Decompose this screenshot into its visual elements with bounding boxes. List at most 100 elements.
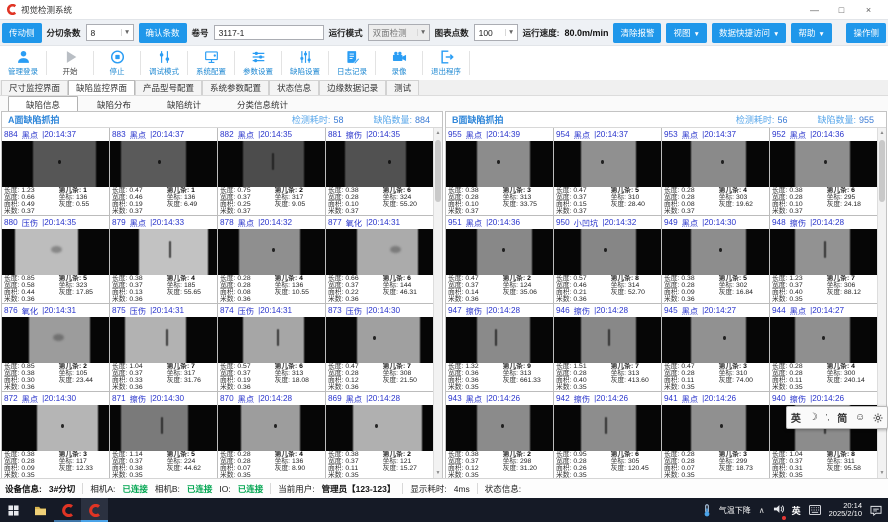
defect-cell[interactable]: 946 擦伤 |20:14:28 长度: 1.51 宽度: 0.28 面积: 0… [554,304,662,392]
defect-image[interactable] [110,317,217,363]
stop-button[interactable]: 停止 [96,46,138,80]
drive-side-button[interactable]: 传动侧 [2,23,42,43]
defect-cell[interactable]: 872 黑点 |20:14:30 长度: 0.38 宽度: 0.28 面积: 0… [2,392,110,478]
defect-image[interactable] [2,317,109,363]
defect-image[interactable] [554,405,661,451]
defect-image[interactable] [326,229,433,275]
defect-cell[interactable]: 950 小凹坑 |20:14:32 长度: 0.57 宽度: 0.46 面积: … [554,216,662,304]
defect-image[interactable] [326,405,433,451]
scroll-thumb[interactable] [435,140,441,202]
defect-image[interactable] [554,317,661,363]
defect-cell[interactable]: 883 黑点 |20:14:37 长度: 0.47 宽度: 0.46 面积: 0… [110,128,218,216]
defect-image[interactable] [110,141,217,187]
data-shortcut-menu-button[interactable]: 数据快捷访问▼ [712,23,786,43]
defect-cell[interactable]: 944 黑点 |20:14:27 长度: 0.28 宽度: 0.28 面积: 0… [770,304,878,392]
defect-image[interactable] [2,229,109,275]
debug-mode-button[interactable]: 调试模式 [143,46,185,80]
taskbar-clock[interactable]: 20:14 2025/2/10 [829,502,862,519]
vision-app-button[interactable] [54,498,81,522]
defect-image[interactable] [446,229,553,275]
defect-cell[interactable]: 949 黑点 |20:14:30 长度: 0.38 宽度: 0.28 面积: 0… [662,216,770,304]
defect-cell[interactable]: 942 擦伤 |20:14:26 长度: 0.95 宽度: 0.28 面积: 0… [554,392,662,478]
vision-app-button-active[interactable] [81,498,108,522]
defect-image[interactable] [446,141,553,187]
roll-number-input[interactable]: 3117-1 [214,25,324,40]
system-config-button[interactable]: 系统配置 [190,46,232,80]
defect-image[interactable] [554,229,661,275]
tab-defect-monitor[interactable]: 缺陷监控界面 [68,80,135,95]
ime-halfmoon-icon[interactable]: ☽ [809,412,818,423]
defect-cell[interactable]: 943 黑点 |20:14:26 长度: 0.38 宽度: 0.37 面积: 0… [446,392,554,478]
ime-english-mode[interactable]: 英 [791,410,801,425]
defect-cell[interactable]: 875 压伤 |20:14:31 长度: 1.04 宽度: 0.37 面积: 0… [110,304,218,392]
close-button[interactable]: × [855,5,882,15]
scroll-up-icon[interactable]: ▲ [878,130,886,136]
defect-image[interactable] [218,317,325,363]
operator-side-button[interactable]: 操作侧 [846,23,886,43]
defect-cell[interactable]: 874 压伤 |20:14:31 长度: 0.57 宽度: 0.37 面积: 0… [218,304,326,392]
defect-cell[interactable]: 940 擦伤 |20:14:26 长度: 1.04 宽度: 0.37 面积: 0… [770,392,878,478]
start-button[interactable]: 开始 [49,46,91,80]
tab-edge-data-record[interactable]: 边缘数据记录 [319,80,386,95]
defect-image[interactable] [110,229,217,275]
defect-image[interactable] [554,141,661,187]
defect-image[interactable] [2,405,109,451]
defect-image[interactable] [770,317,877,363]
defect-cell[interactable]: 955 黑点 |20:14:39 长度: 0.38 宽度: 0.28 面积: 0… [446,128,554,216]
ime-simplified-mode[interactable]: 简 [837,410,847,425]
defect-cell[interactable]: 941 黑点 |20:14:26 长度: 0.28 宽度: 0.28 面积: 0… [662,392,770,478]
ime-gear-icon[interactable] [873,413,883,423]
defect-image[interactable] [446,405,553,451]
minimize-button[interactable]: — [801,5,828,15]
scroll-down-icon[interactable]: ▼ [434,470,442,476]
volume-icon[interactable] [773,501,784,519]
defect-cell[interactable]: 869 黑点 |20:14:28 长度: 0.38 宽度: 0.37 面积: 0… [326,392,434,478]
ime-language-indicator[interactable]: 英 [792,504,801,517]
defect-image[interactable] [662,141,769,187]
scroll-down-icon[interactable]: ▼ [878,470,886,476]
touch-keyboard-icon[interactable] [809,505,821,515]
scroll-up-icon[interactable]: ▲ [434,130,442,136]
defect-cell[interactable]: 877 氧化 |20:14:31 长度: 0.66 宽度: 0.37 面积: 0… [326,216,434,304]
defect-cell[interactable]: 871 擦伤 |20:14:30 长度: 1.14 宽度: 0.37 面积: 0… [110,392,218,478]
tab-status-info[interactable]: 状态信息 [269,80,319,95]
defect-cell[interactable]: 882 黑点 |20:14:35 长度: 0.75 宽度: 0.37 面积: 0… [218,128,326,216]
defect-cell[interactable]: 878 黑点 |20:14:32 长度: 0.28 宽度: 0.28 面积: 0… [218,216,326,304]
defect-cell[interactable]: 880 压伤 |20:14:35 长度: 0.85 宽度: 0.58 面积: 0… [2,216,110,304]
defect-cell[interactable]: 884 黑点 |20:14:37 长度: 1.23 宽度: 0.66 面积: 0… [2,128,110,216]
weather-ticker[interactable]: 气温下降 [719,505,751,516]
strip-count-select[interactable]: 8▼ [86,24,134,41]
ime-emoji-icon[interactable]: ☺ [855,412,865,423]
defect-image[interactable] [218,405,325,451]
defect-settings-button[interactable]: 缺陷设置 [284,46,326,80]
defect-image[interactable] [770,141,877,187]
defect-cell[interactable]: 951 黑点 |20:14:36 长度: 0.47 宽度: 0.37 面积: 0… [446,216,554,304]
defect-cell[interactable]: 881 擦伤 |20:14:35 长度: 0.38 宽度: 0.28 面积: 0… [326,128,434,216]
tab-system-parameter-config[interactable]: 系统参数配置 [202,80,269,95]
tray-expand-icon[interactable]: ∧ [759,506,765,515]
defect-image[interactable] [662,229,769,275]
defect-cell[interactable]: 953 黑点 |20:14:37 长度: 0.28 宽度: 0.28 面积: 0… [662,128,770,216]
ime-punctuation-mode[interactable]: ’, [825,413,829,422]
defect-image[interactable] [110,405,217,451]
defect-cell[interactable]: 876 氧化 |20:14:31 长度: 0.85 宽度: 0.38 面积: 0… [2,304,110,392]
scroll-thumb[interactable] [879,140,885,202]
tab-product-model-config[interactable]: 产品型号配置 [135,80,202,95]
defect-cell[interactable]: 954 黑点 |20:14:37 长度: 0.47 宽度: 0.37 面积: 0… [554,128,662,216]
exit-program-button[interactable]: 退出程序 [425,46,467,80]
defect-cell[interactable]: 952 黑点 |20:14:36 长度: 0.38 宽度: 0.28 面积: 0… [770,128,878,216]
admin-login-button[interactable]: 管理登录 [2,46,44,80]
help-menu-button[interactable]: 帮助▼ [791,23,831,43]
defect-image[interactable] [662,405,769,451]
tab-size-monitor[interactable]: 尺寸监控界面 [1,80,68,95]
defect-image[interactable] [2,141,109,187]
action-center-icon[interactable] [870,505,882,516]
maximize-button[interactable]: □ [828,5,855,15]
confirm-strips-button[interactable]: 确认条数 [139,23,187,43]
start-menu-button[interactable] [0,498,27,522]
defect-image[interactable] [218,229,325,275]
clear-alarm-button[interactable]: 清除报警 [613,23,661,43]
file-explorer-button[interactable] [27,498,54,522]
tab-test[interactable]: 测试 [386,80,419,95]
defect-image[interactable] [218,141,325,187]
